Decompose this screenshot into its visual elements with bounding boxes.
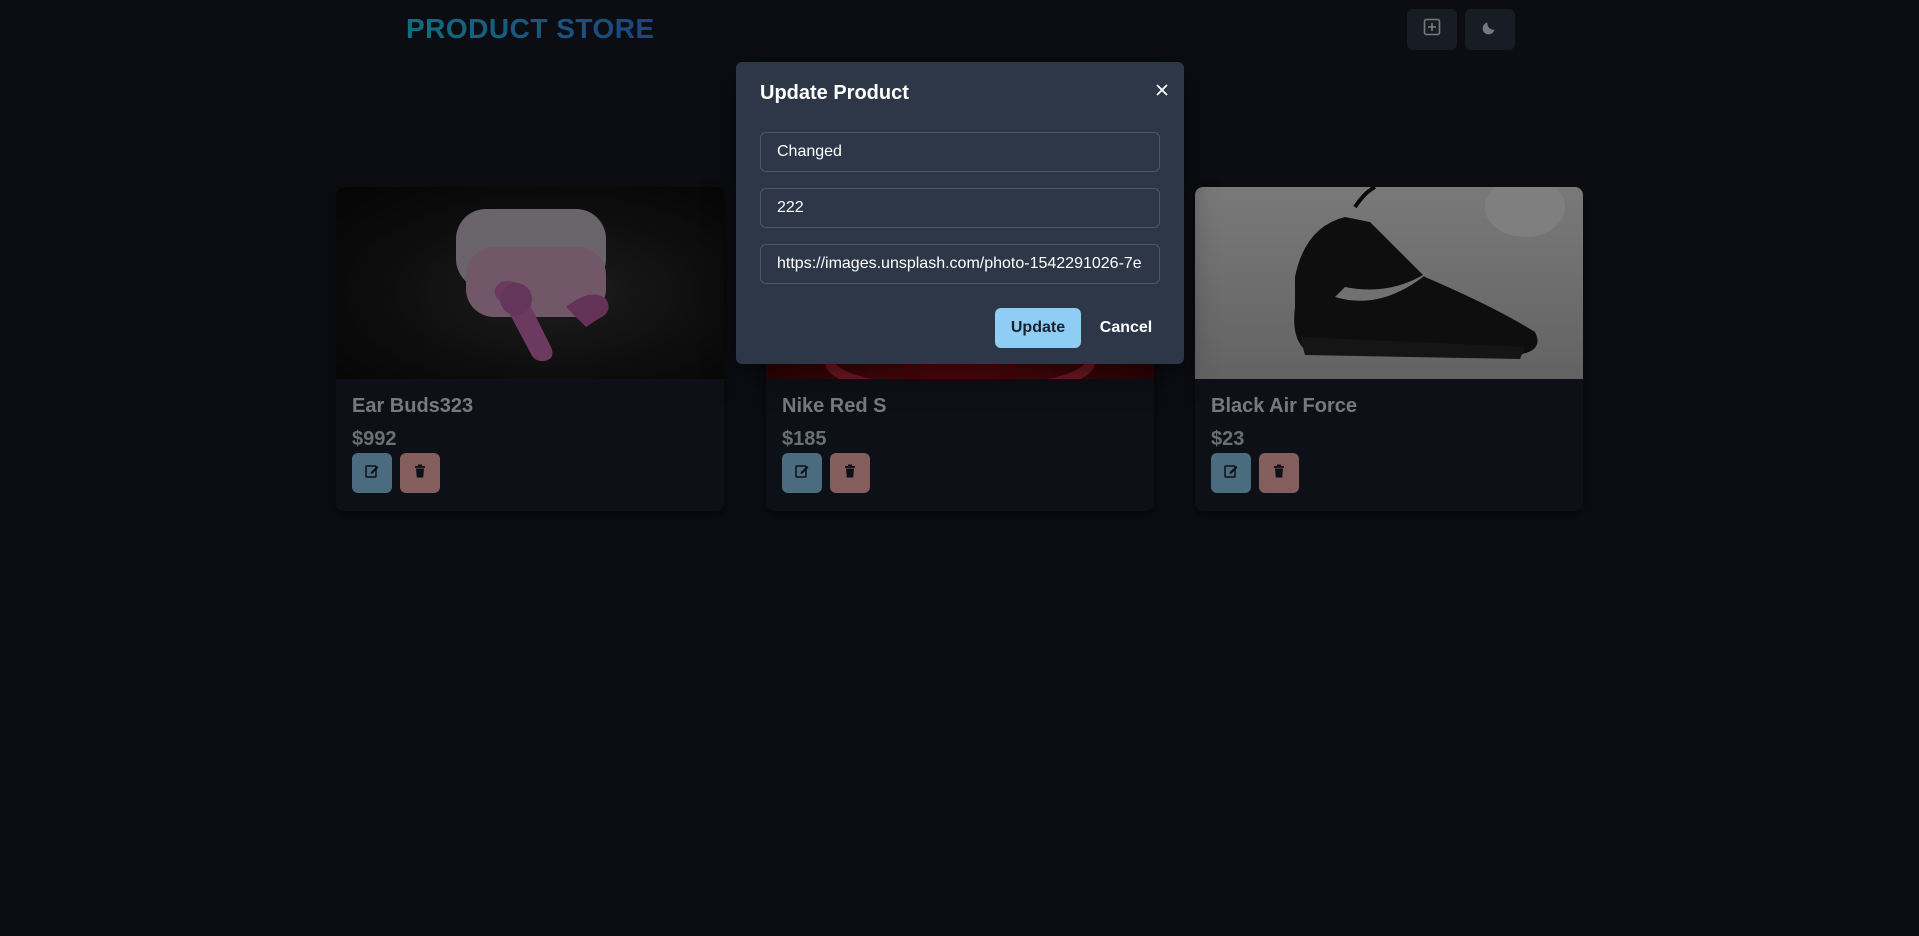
update-button[interactable]: Update bbox=[995, 308, 1081, 348]
modal-title: Update Product bbox=[760, 82, 909, 104]
cancel-button[interactable]: Cancel bbox=[1091, 308, 1161, 348]
update-product-modal: Update Product Update Cancel bbox=[736, 62, 1184, 364]
close-icon bbox=[1155, 83, 1169, 102]
product-image-url-field[interactable] bbox=[760, 244, 1160, 284]
page: PRODUCT STORE Ear Buds323 $992 Nike Red … bbox=[0, 0, 1919, 936]
product-price-field[interactable] bbox=[760, 188, 1160, 228]
close-button[interactable] bbox=[1146, 76, 1178, 108]
product-name-field[interactable] bbox=[760, 132, 1160, 172]
